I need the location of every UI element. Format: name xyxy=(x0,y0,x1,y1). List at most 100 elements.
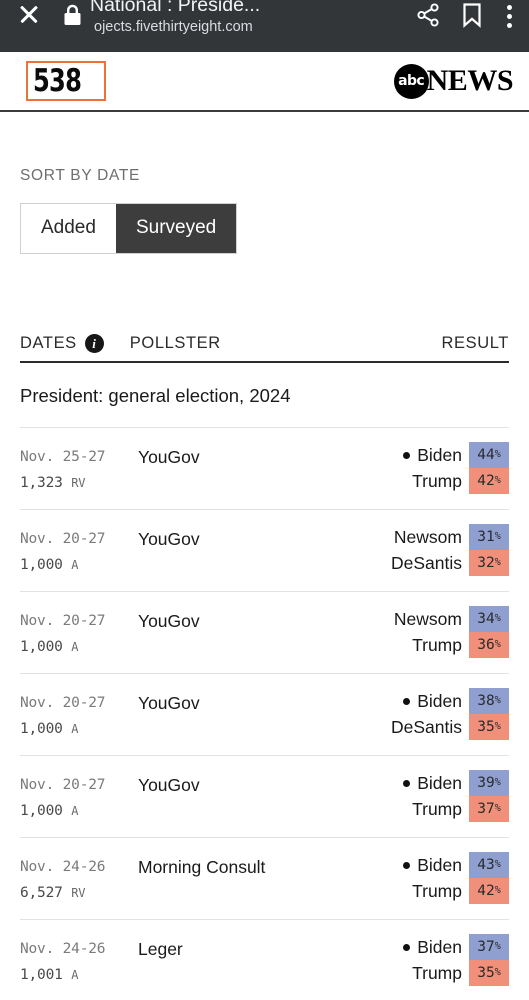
result-entry: Trump 37% xyxy=(403,796,509,822)
cell-result: Biden 43% Trump 42% xyxy=(403,852,509,904)
candidate-percentage-value: 34 xyxy=(477,611,495,627)
percent-sign: % xyxy=(494,613,501,624)
leading-candidate-dot-icon xyxy=(403,451,411,459)
candidate-name-text: Biden xyxy=(417,855,462,875)
candidate-percentage-badge: 34% xyxy=(469,606,509,632)
percent-sign: % xyxy=(494,531,501,542)
sort-option-added[interactable]: Added xyxy=(21,204,116,253)
fivethirtyeight-logo[interactable]: 538 xyxy=(26,61,106,101)
cell-result: Biden 39% Trump 37% xyxy=(403,770,509,822)
cell-pollster[interactable]: YouGov xyxy=(138,688,391,716)
candidate-percentage-value: 42 xyxy=(477,473,495,489)
result-entry: Biden 37% xyxy=(403,934,509,960)
column-header-result[interactable]: RESULT xyxy=(442,334,509,353)
candidate-name-text: Newsom xyxy=(393,609,462,629)
sample-size-number: 6,527 xyxy=(20,885,63,901)
lock-icon xyxy=(60,2,84,32)
table-row[interactable]: Nov. 20-27 1,000 A YouGov Biden 38% DeSantis 3… xyxy=(20,674,509,756)
column-header-pollster[interactable]: POLLSTER xyxy=(130,334,221,353)
cell-dates: Nov. 20-27 1,000 A xyxy=(20,770,138,824)
table-row[interactable]: Nov. 20-27 1,000 A YouGov Newsom 31% DeSantis… xyxy=(20,510,509,592)
table-row[interactable]: Nov. 20-27 1,000 A YouGov Newsom 34% Trump 36% xyxy=(20,592,509,674)
table-header-row: DATES i POLLSTER RESULT xyxy=(20,334,509,363)
close-icon[interactable] xyxy=(14,0,44,30)
column-header-dates[interactable]: DATES i xyxy=(20,334,104,353)
candidate-name-text: Trump xyxy=(412,799,462,819)
sort-option-surveyed[interactable]: Surveyed xyxy=(115,204,237,253)
cell-pollster[interactable]: YouGov xyxy=(138,524,391,552)
candidate-percentage-badge: 42% xyxy=(469,878,509,904)
candidate-percentage-badge: 37% xyxy=(469,796,509,822)
sample-size-number: 1,001 xyxy=(20,967,63,983)
share-icon[interactable] xyxy=(415,2,441,30)
poll-sample-size: 6,527 RV xyxy=(20,880,138,906)
abc-mark-text: abc xyxy=(398,73,425,89)
poll-rows: Nov. 25-27 1,323 RV YouGov Biden 44% Trump 42%… xyxy=(20,428,509,1000)
bookmark-icon[interactable] xyxy=(461,2,487,30)
cell-pollster[interactable]: YouGov xyxy=(138,606,394,634)
candidate-percentage-value: 36 xyxy=(477,637,495,653)
overflow-menu-icon[interactable] xyxy=(507,3,513,29)
table-row[interactable]: Nov. 20-27 1,000 A YouGov Biden 39% Trump 37% xyxy=(20,756,509,838)
candidate-percentage-badge: 43% xyxy=(469,852,509,878)
candidate-percentage-value: 38 xyxy=(477,693,495,709)
sample-size-number: 1,000 xyxy=(20,803,63,819)
result-entry: Biden 38% xyxy=(391,688,509,714)
info-icon[interactable]: i xyxy=(84,334,104,353)
candidate-percentage-badge: 35% xyxy=(469,960,509,986)
browser-actions xyxy=(403,2,515,30)
table-row[interactable]: Nov. 24-26 6,527 RV Morning Consult Biden 43… xyxy=(20,838,509,920)
cell-pollster[interactable]: Leger xyxy=(138,934,403,962)
sample-population-type: RV xyxy=(71,886,86,900)
candidate-percentage-value: 42 xyxy=(477,883,495,899)
candidate-percentage-value: 37 xyxy=(477,801,495,817)
candidate-name-text: Trump xyxy=(412,881,462,901)
leading-candidate-dot-icon xyxy=(403,861,411,869)
poll-date-range: Nov. 25-27 xyxy=(20,449,106,465)
candidate-percentage-value: 39 xyxy=(477,775,495,791)
sample-size-number: 1,000 xyxy=(20,639,63,655)
cell-pollster[interactable]: YouGov xyxy=(138,442,403,470)
candidate-name-text: Biden xyxy=(417,691,462,711)
candidate-name: Trump xyxy=(412,960,469,986)
sample-size-number: 1,323 xyxy=(20,475,63,491)
cell-result: Newsom 31% DeSantis 32% xyxy=(391,524,509,576)
cell-result: Biden 44% Trump 42% xyxy=(403,442,509,494)
candidate-percentage-value: 37 xyxy=(477,939,495,955)
poll-date-range: Nov. 20-27 xyxy=(20,777,106,793)
main-content: SORT BY DATE Added Surveyed DATES i POLL… xyxy=(0,167,529,1000)
candidate-name-text: Trump xyxy=(412,635,462,655)
candidate-name: Trump xyxy=(412,878,469,904)
leading-candidate-dot-icon xyxy=(403,697,411,705)
address-bar[interactable]: National : Preside... ojects.fivethirtye… xyxy=(90,0,403,36)
cell-result: Newsom 34% Trump 36% xyxy=(394,606,509,658)
candidate-name: Newsom xyxy=(394,524,469,550)
abc-news-wordmark: NEWS xyxy=(426,64,514,97)
poll-date-range: Nov. 20-27 xyxy=(20,531,106,547)
candidate-name: Biden xyxy=(403,852,469,878)
candidate-name-text: Trump xyxy=(412,471,462,491)
cell-dates: Nov. 20-27 1,000 A xyxy=(20,524,138,578)
poll-date-range: Nov. 24-26 xyxy=(20,941,106,957)
candidate-name: Biden xyxy=(403,688,469,714)
candidate-percentage-badge: 38% xyxy=(469,688,509,714)
cell-pollster[interactable]: Morning Consult xyxy=(138,852,403,880)
candidate-percentage-badge: 37% xyxy=(469,934,509,960)
candidate-name-text: Biden xyxy=(417,445,462,465)
cell-pollster[interactable]: YouGov xyxy=(138,770,403,798)
abc-news-logo[interactable]: abc NEWS xyxy=(393,63,514,99)
result-entry: Trump 42% xyxy=(403,878,509,904)
cell-dates: Nov. 24-26 6,527 RV xyxy=(20,852,138,906)
candidate-name: DeSantis xyxy=(391,714,469,740)
sample-population-type: A xyxy=(71,804,79,818)
percent-sign: % xyxy=(494,557,501,568)
candidate-name: Trump xyxy=(412,468,469,494)
poll-sample-size: 1,000 A xyxy=(20,552,138,578)
result-entry: Biden 43% xyxy=(403,852,509,878)
table-row[interactable]: Nov. 25-27 1,323 RV YouGov Biden 44% Trump 42% xyxy=(20,428,509,510)
candidate-name-text: Trump xyxy=(412,963,462,983)
candidate-name: Trump xyxy=(412,632,469,658)
sample-population-type: A xyxy=(71,968,79,982)
percent-sign: % xyxy=(494,721,501,732)
table-row[interactable]: Nov. 24-26 1,001 A Leger Biden 37% Trump 35% xyxy=(20,920,509,1000)
